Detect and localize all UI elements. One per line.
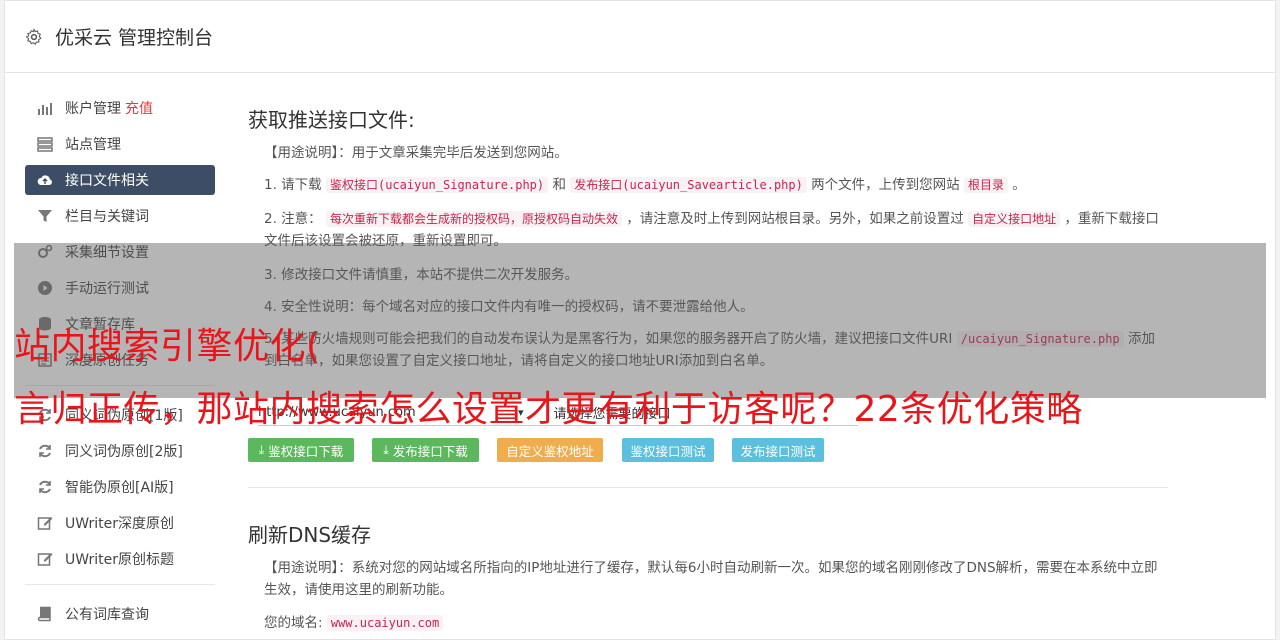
domain-label: 您的域名:: [264, 615, 323, 631]
cloud-upload-icon: [37, 172, 53, 188]
sidebar-item-label: 智能伪原创[AI版]: [65, 480, 174, 496]
step-text: 两个文件，上传到您网站: [811, 177, 960, 193]
sidebar-item-columns-keywords[interactable]: 栏目与关键词: [25, 201, 215, 231]
step-text: 。: [1012, 177, 1026, 193]
usage-text: 【用途说明】：用于文章采集完毕后发送到您网站。: [264, 145, 568, 161]
sidebar-item-interface-files[interactable]: 接口文件相关: [25, 165, 215, 195]
sidebar-item-label: 同义词伪原创[2版]: [65, 444, 183, 460]
button-label: 发布接口下载: [392, 443, 468, 459]
sidebar-item-account[interactable]: 账户管理 充值: [25, 93, 215, 123]
step-text: 和: [552, 177, 566, 193]
step-text: ，请注意及时上传到网站根目录。另外，如果之前设置过: [626, 211, 964, 227]
overlay-band: [14, 243, 1266, 398]
custom-url-code: 自定义接口地址: [968, 211, 1061, 227]
sign-interface-code: 鉴权接口(ucaiyun_Signature.php): [325, 177, 549, 193]
sidebar-item-public-lexicon[interactable]: 公有词库查询: [25, 599, 215, 629]
root-dir-code: 根目录: [963, 177, 1008, 193]
sidebar-item-label: UWriter原创标题: [65, 552, 174, 568]
refresh-icon: [37, 443, 53, 459]
sidebar-item-sites[interactable]: 站点管理: [25, 129, 215, 159]
page-title: 优采云 管理控制台: [55, 27, 214, 49]
download-icon: ⤓: [383, 442, 389, 457]
sidebar-item-synonym-v2[interactable]: 同义词伪原创[2版]: [25, 436, 215, 466]
edit-icon: [37, 515, 53, 531]
sidebar-item-uwriter-deep[interactable]: UWriter深度原创: [25, 508, 215, 538]
filter-icon: [37, 208, 53, 224]
button-label: 鉴权接口下载: [268, 443, 344, 459]
recharge-link[interactable]: 充值: [125, 98, 153, 118]
section-title-interface: 获取推送接口文件:: [248, 108, 415, 132]
server-icon: [37, 136, 53, 152]
dns-usage-text: 【用途说明】：系统对您的网站域名所指向的IP地址进行了缓存，默认每6小时自动刷新…: [264, 560, 1158, 598]
page-header: 优采云 管理控制台: [5, 1, 1275, 73]
gear-icon: [25, 27, 42, 45]
publish-download-button[interactable]: ⤓ 发布接口下载: [372, 438, 479, 462]
sign-download-button[interactable]: ⤓ 鉴权接口下载: [248, 438, 354, 462]
sidebar-item-label: UWriter深度原创: [65, 516, 174, 532]
download-icon: ⤓: [258, 442, 265, 457]
edit-icon: [37, 551, 53, 567]
sign-test-button[interactable]: 鉴权接口测试: [622, 438, 714, 462]
sidebar-item-label: 站点管理: [65, 137, 121, 153]
publish-interface-code: 发布接口(ucaiyun_Savearticle.php): [570, 177, 807, 193]
step-1: 1. 请下载 鉴权接口(ucaiyun_Signature.php) 和 发布接…: [264, 174, 1164, 196]
section-title-dns: 刷新DNS缓存: [248, 523, 372, 547]
sidebar-item-label: 公有词库查询: [65, 607, 149, 623]
section-divider: [248, 487, 1168, 488]
sidebar-divider: [25, 584, 215, 585]
sidebar-item-label: 账户管理: [65, 101, 121, 117]
refresh-icon: [37, 479, 53, 495]
sidebar-item-label: 栏目与关键词: [65, 209, 149, 225]
bar-chart-icon: [37, 100, 53, 116]
overlay-title-line1: 站内搜索引擎优化(: [14, 326, 321, 367]
custom-sign-url-button[interactable]: 自定义鉴权地址: [497, 438, 603, 462]
domain-value: www.ucaiyun.com: [326, 615, 444, 631]
overlay-title-line2: 言归正传，那站内搜索怎么设置才更有利于访客呢？22条优化策略: [14, 389, 1083, 430]
domain-row: 您的域名: www.ucaiyun.com: [264, 612, 1164, 634]
step-text: 2. 注意：: [264, 211, 322, 227]
sidebar-item-uwriter-title[interactable]: UWriter原创标题: [25, 544, 215, 574]
warning-code: 每次重新下载都会生成新的授权码，原授权码自动失效: [325, 211, 622, 227]
sidebar-item-label: 接口文件相关: [65, 173, 149, 189]
book-icon: [37, 606, 53, 622]
publish-test-button[interactable]: 发布接口测试: [732, 438, 824, 462]
step-text: 1. 请下载: [264, 177, 322, 193]
sidebar-item-ai-rewrite[interactable]: 智能伪原创[AI版]: [25, 472, 215, 502]
